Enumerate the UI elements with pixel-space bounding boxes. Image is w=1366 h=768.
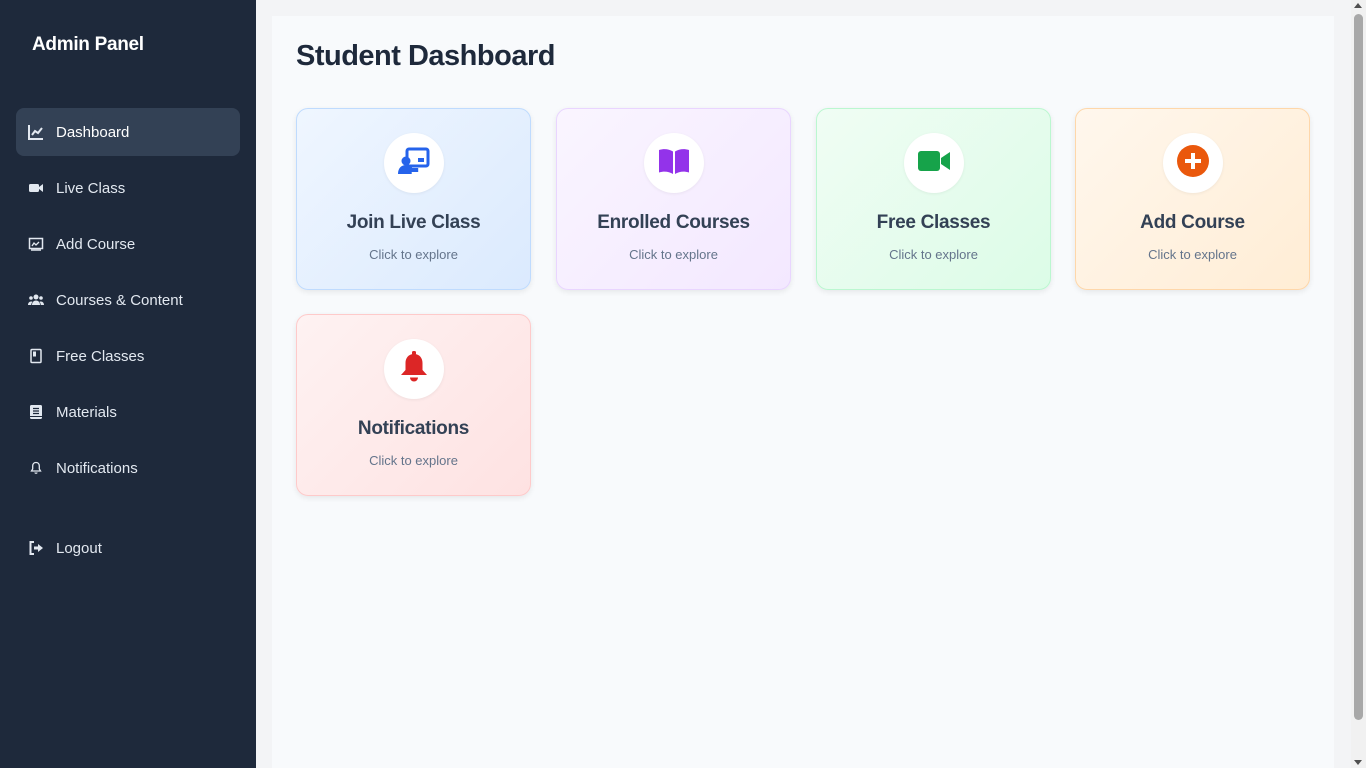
book-closed-icon bbox=[28, 404, 44, 420]
sidebar-item-notifications[interactable]: Notifications bbox=[16, 444, 240, 492]
sidebar-item-materials[interactable]: Materials bbox=[16, 388, 240, 436]
card-subtitle: Click to explore bbox=[369, 453, 458, 468]
book-open-icon bbox=[657, 144, 691, 183]
card-icon-wrapper bbox=[1163, 133, 1223, 193]
scroll-down-arrow-icon[interactable] bbox=[1354, 760, 1362, 765]
book-icon bbox=[28, 348, 44, 364]
sidebar-item-label: Courses & Content bbox=[56, 291, 183, 309]
sidebar-item-label: Materials bbox=[56, 403, 117, 421]
card-icon-wrapper bbox=[384, 133, 444, 193]
chalkboard-teacher-icon bbox=[397, 144, 431, 183]
card-subtitle: Click to explore bbox=[369, 247, 458, 262]
sidebar-item-label: Notifications bbox=[56, 459, 138, 477]
sidebar-item-label: Dashboard bbox=[56, 123, 130, 141]
logout-label: Logout bbox=[56, 539, 102, 557]
card-title: Join Live Class bbox=[346, 212, 481, 233]
bell-icon bbox=[28, 460, 44, 476]
logout-button[interactable]: Logout bbox=[16, 524, 240, 572]
card-enrolled-courses[interactable]: Enrolled Courses Click to explore bbox=[556, 108, 791, 290]
card-join-live-class[interactable]: Join Live Class Click to explore bbox=[296, 108, 531, 290]
main-content: Student Dashboard Join Live Class Click … bbox=[272, 16, 1334, 768]
card-add-course[interactable]: Add Course Click to explore bbox=[1075, 108, 1310, 290]
card-icon-wrapper bbox=[384, 339, 444, 399]
brand-title: Admin Panel bbox=[32, 34, 144, 55]
chalkboard-icon bbox=[28, 236, 44, 252]
page-title: Student Dashboard bbox=[296, 40, 555, 72]
card-notifications[interactable]: Notifications Click to explore bbox=[296, 314, 531, 496]
card-subtitle: Click to explore bbox=[1148, 247, 1237, 262]
card-subtitle: Click to explore bbox=[629, 247, 718, 262]
sidebar-item-add-course[interactable]: Add Course bbox=[16, 220, 240, 268]
sidebar-item-label: Add Course bbox=[56, 235, 136, 253]
plus-circle-icon bbox=[1176, 144, 1210, 183]
card-title: Notifications bbox=[357, 418, 470, 439]
sidebar-item-live-class[interactable]: Live Class bbox=[16, 164, 240, 212]
scroll-up-arrow-icon[interactable] bbox=[1354, 3, 1362, 8]
card-title: Free Classes bbox=[876, 212, 991, 233]
page-scrollbar[interactable] bbox=[1351, 0, 1366, 768]
card-title: Add Course bbox=[1140, 212, 1245, 233]
chart-line-icon bbox=[28, 124, 44, 140]
sidebar-item-courses-content[interactable]: Courses & Content bbox=[16, 276, 240, 324]
users-icon bbox=[28, 292, 44, 308]
scrollbar-thumb[interactable] bbox=[1354, 14, 1363, 720]
card-free-classes[interactable]: Free Classes Click to explore bbox=[816, 108, 1051, 290]
card-icon-wrapper bbox=[904, 133, 964, 193]
card-subtitle: Click to explore bbox=[889, 247, 978, 262]
bell-icon bbox=[397, 350, 431, 389]
sidebar-item-free-classes[interactable]: Free Classes bbox=[16, 332, 240, 380]
video-icon bbox=[917, 144, 951, 183]
sidebar-item-label: Live Class bbox=[56, 179, 126, 197]
sign-out-icon bbox=[28, 540, 44, 556]
sidebar-item-label: Free Classes bbox=[56, 347, 145, 365]
video-icon bbox=[28, 180, 44, 196]
card-title: Enrolled Courses bbox=[597, 212, 750, 233]
card-icon-wrapper bbox=[644, 133, 704, 193]
sidebar-nav: Dashboard Live Class Add Course Courses … bbox=[16, 108, 240, 500]
sidebar: Admin Panel Dashboard Live Class Add Cou… bbox=[0, 0, 256, 768]
sidebar-item-dashboard[interactable]: Dashboard bbox=[16, 108, 240, 156]
